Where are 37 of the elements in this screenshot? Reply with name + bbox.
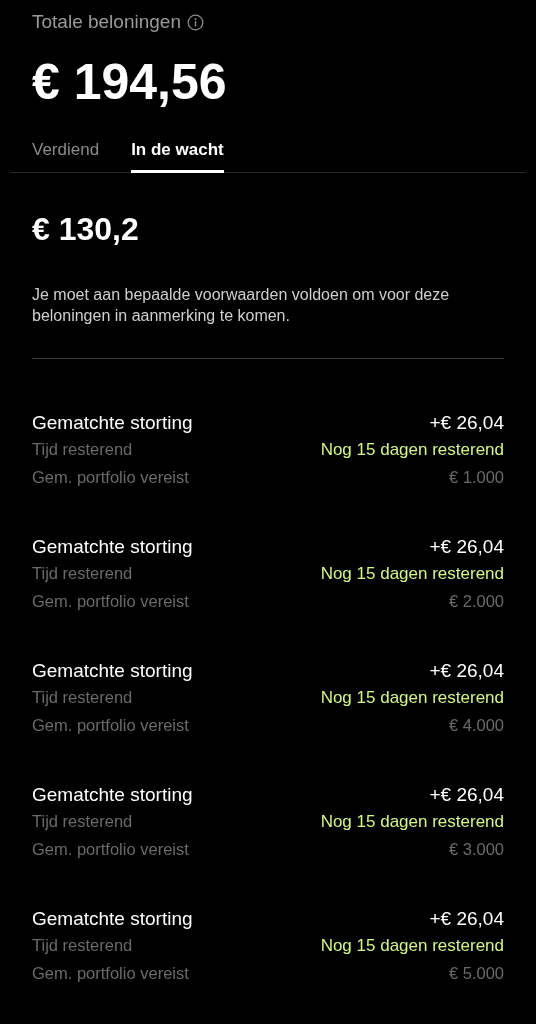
time-remaining: Nog 15 dagen resterend: [320, 564, 504, 584]
portfolio-value: € 2.000: [448, 592, 504, 611]
time-remaining: Nog 15 dagen resterend: [320, 440, 504, 460]
portfolio-value: € 4.000: [448, 716, 504, 735]
reward-title: Gematchte storting: [32, 412, 193, 434]
time-remaining: Nog 15 dagen resterend: [320, 688, 504, 708]
tab[interactable]: Verdiend: [32, 140, 100, 173]
reward-title: Gematchte storting: [32, 536, 193, 558]
time-remaining: Nog 15 dagen resterend: [320, 936, 504, 956]
pending-amount: € 130,2: [32, 210, 140, 249]
info-text: Je moet aan bepaalde voorwaarden voldoen om voor deze beloningen in aanmerking te komen.: [32, 285, 451, 326]
time-label: Tijd resterend: [32, 564, 133, 583]
reward-amount: +€ 26,04: [429, 784, 504, 806]
reward-amount: +€ 26,04: [429, 412, 504, 434]
time-label: Tijd resterend: [32, 688, 133, 707]
tab[interactable]: In de wacht: [131, 140, 224, 173]
section-title: Totale beloningen: [32, 11, 181, 33]
reward-amount: +€ 26,04: [429, 908, 504, 930]
portfolio-value: € 3.000: [448, 840, 504, 859]
portfolio-label: Gem. portfolio vereist: [32, 840, 189, 859]
reward-title: Gematchte storting: [32, 908, 193, 930]
portfolio-value: € 1.000: [448, 468, 504, 487]
info-icon[interactable]: [186, 13, 204, 31]
time-label: Tijd resterend: [32, 440, 133, 459]
portfolio-label: Gem. portfolio vereist: [32, 468, 189, 487]
portfolio-label: Gem. portfolio vereist: [32, 592, 189, 611]
reward-amount: +€ 26,04: [429, 660, 504, 682]
reward-title: Gematchte storting: [32, 784, 193, 806]
time-label: Tijd resterend: [32, 812, 133, 831]
time-remaining: Nog 15 dagen resterend: [320, 812, 504, 832]
reward-amount: +€ 26,04: [429, 536, 504, 558]
total-amount: € 194,56: [32, 54, 228, 110]
portfolio-label: Gem. portfolio vereist: [32, 716, 189, 735]
portfolio-label: Gem. portfolio vereist: [32, 964, 189, 983]
portfolio-value: € 5.000: [448, 964, 504, 983]
reward-title: Gematchte storting: [32, 660, 193, 682]
time-label: Tijd resterend: [32, 936, 133, 955]
